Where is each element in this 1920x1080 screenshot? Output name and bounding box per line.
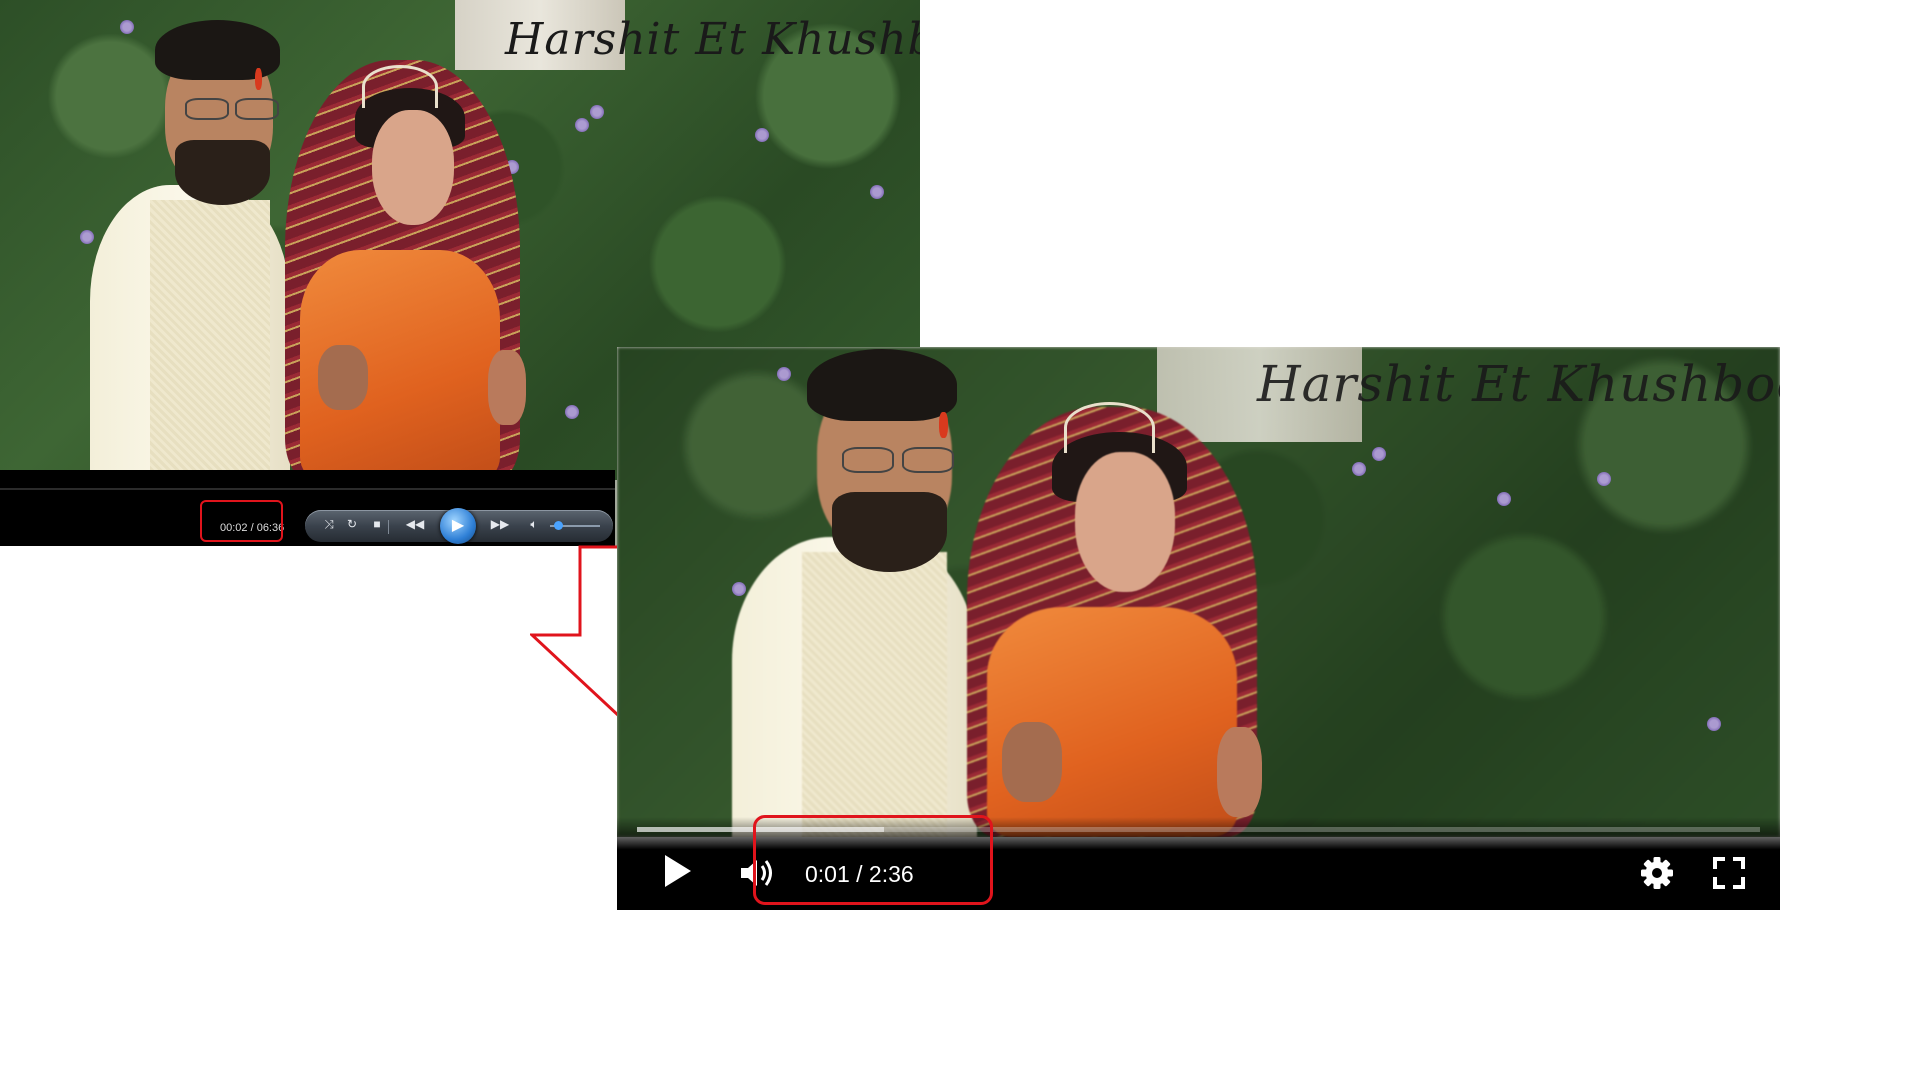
glasses bbox=[185, 98, 229, 120]
flower bbox=[575, 118, 589, 132]
play-icon: ▶ bbox=[451, 517, 465, 534]
highlight-box bbox=[200, 500, 283, 542]
groom-hand bbox=[1002, 722, 1062, 802]
highlight-box bbox=[753, 815, 993, 905]
gear-icon[interactable] bbox=[1637, 853, 1677, 893]
flower bbox=[1707, 717, 1721, 731]
seek-track[interactable] bbox=[0, 488, 615, 490]
groom-hair bbox=[807, 349, 957, 421]
flower bbox=[1352, 462, 1366, 476]
shuffle-icon[interactable]: ⤨ bbox=[320, 517, 338, 532]
bride-face bbox=[1075, 452, 1175, 592]
groom-beard bbox=[175, 140, 270, 205]
tilak-mark bbox=[939, 412, 948, 438]
title-overlay: Harshit Et Khushboo bbox=[505, 14, 920, 65]
bride-face bbox=[372, 110, 454, 225]
glasses bbox=[235, 98, 279, 120]
groom-hand bbox=[318, 345, 368, 410]
glasses bbox=[842, 447, 894, 473]
old-player-control-bar: 00:02 / 06:36 ⤨ ↻ ■ ◀◀ ▶ ▶▶ 🔈︎ bbox=[0, 470, 615, 546]
video-frame: Harshit Et Khushboo bbox=[617, 347, 1780, 837]
fullscreen-icon[interactable] bbox=[1709, 853, 1749, 893]
flower bbox=[590, 105, 604, 119]
flower bbox=[1497, 492, 1511, 506]
maang-tikka bbox=[362, 65, 438, 108]
flower bbox=[565, 405, 579, 419]
flower bbox=[870, 185, 884, 199]
volume-icon[interactable]: 🔈︎ bbox=[525, 517, 543, 532]
flower bbox=[120, 20, 134, 34]
play-button[interactable]: ▶ bbox=[440, 508, 476, 544]
volume-slider-knob[interactable] bbox=[553, 521, 563, 530]
fast-forward-icon[interactable]: ▶▶ bbox=[485, 517, 515, 531]
repeat-icon[interactable]: ↻ bbox=[343, 517, 361, 531]
tilak-mark bbox=[255, 68, 262, 90]
transport-controls: ⤨ ↻ ■ ◀◀ ▶ ▶▶ 🔈︎ bbox=[305, 508, 613, 544]
maang-tikka bbox=[1064, 402, 1155, 453]
flower bbox=[1597, 472, 1611, 486]
bride-hand bbox=[1217, 727, 1262, 817]
divider bbox=[388, 520, 389, 534]
stop-icon[interactable]: ■ bbox=[368, 517, 386, 531]
flower bbox=[777, 367, 791, 381]
rewind-icon[interactable]: ◀◀ bbox=[400, 517, 430, 531]
groom-vest bbox=[150, 200, 270, 470]
play-icon[interactable] bbox=[665, 855, 691, 887]
flower bbox=[1372, 447, 1386, 461]
groom-beard bbox=[832, 492, 947, 572]
glasses bbox=[902, 447, 954, 473]
new-player-window: Harshit Et Khushboo 0:01 / 2:36 bbox=[617, 347, 1780, 910]
groom-vest bbox=[802, 552, 947, 837]
title-overlay: Harshit Et Khushboo bbox=[1257, 355, 1780, 413]
flower bbox=[732, 582, 746, 596]
flower bbox=[80, 230, 94, 244]
flower bbox=[755, 128, 769, 142]
bride-hand bbox=[488, 350, 526, 425]
